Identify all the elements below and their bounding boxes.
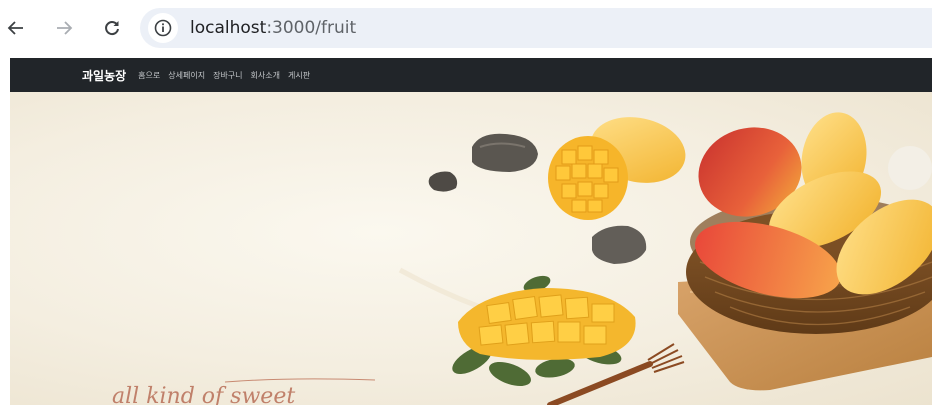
url-host: localhost (190, 18, 267, 38)
site-navbar: 과일농장 홈으로 상세페이지 장바구니 회사소개 게시판 (10, 58, 932, 92)
nav-link-detail[interactable]: 상세페이지 (168, 70, 205, 81)
nav-link-about[interactable]: 회사소개 (251, 70, 280, 81)
arrow-right-icon (57, 21, 73, 35)
nav-link-board[interactable]: 게시판 (288, 70, 310, 81)
stone-small (428, 171, 458, 192)
stone-large (472, 133, 538, 172)
site-info-button[interactable] (148, 13, 178, 43)
nav-link-home[interactable]: 홈으로 (138, 70, 160, 81)
nav-link-cart[interactable]: 장바구니 (213, 70, 242, 81)
stone-middle (592, 225, 647, 264)
cloth (888, 146, 932, 190)
reload-icon (105, 21, 119, 36)
reload-button[interactable] (98, 14, 126, 42)
forward-button[interactable] (50, 14, 78, 42)
brand-link[interactable]: 과일농장 (82, 67, 126, 84)
info-icon (154, 19, 172, 37)
browser-toolbar: localhost:3000/fruit (0, 0, 932, 56)
hero-illustration (398, 112, 932, 405)
hero-banner: all kind of sweet (10, 92, 932, 405)
url-path: :3000/fruit (266, 18, 357, 38)
mango-sliced (458, 288, 636, 360)
back-button[interactable] (2, 14, 30, 42)
url-text: localhost:3000/fruit (190, 18, 356, 38)
arrow-left-icon (7, 21, 23, 35)
address-bar[interactable]: localhost:3000/fruit (140, 8, 932, 48)
mango-cubed-half (548, 136, 628, 220)
